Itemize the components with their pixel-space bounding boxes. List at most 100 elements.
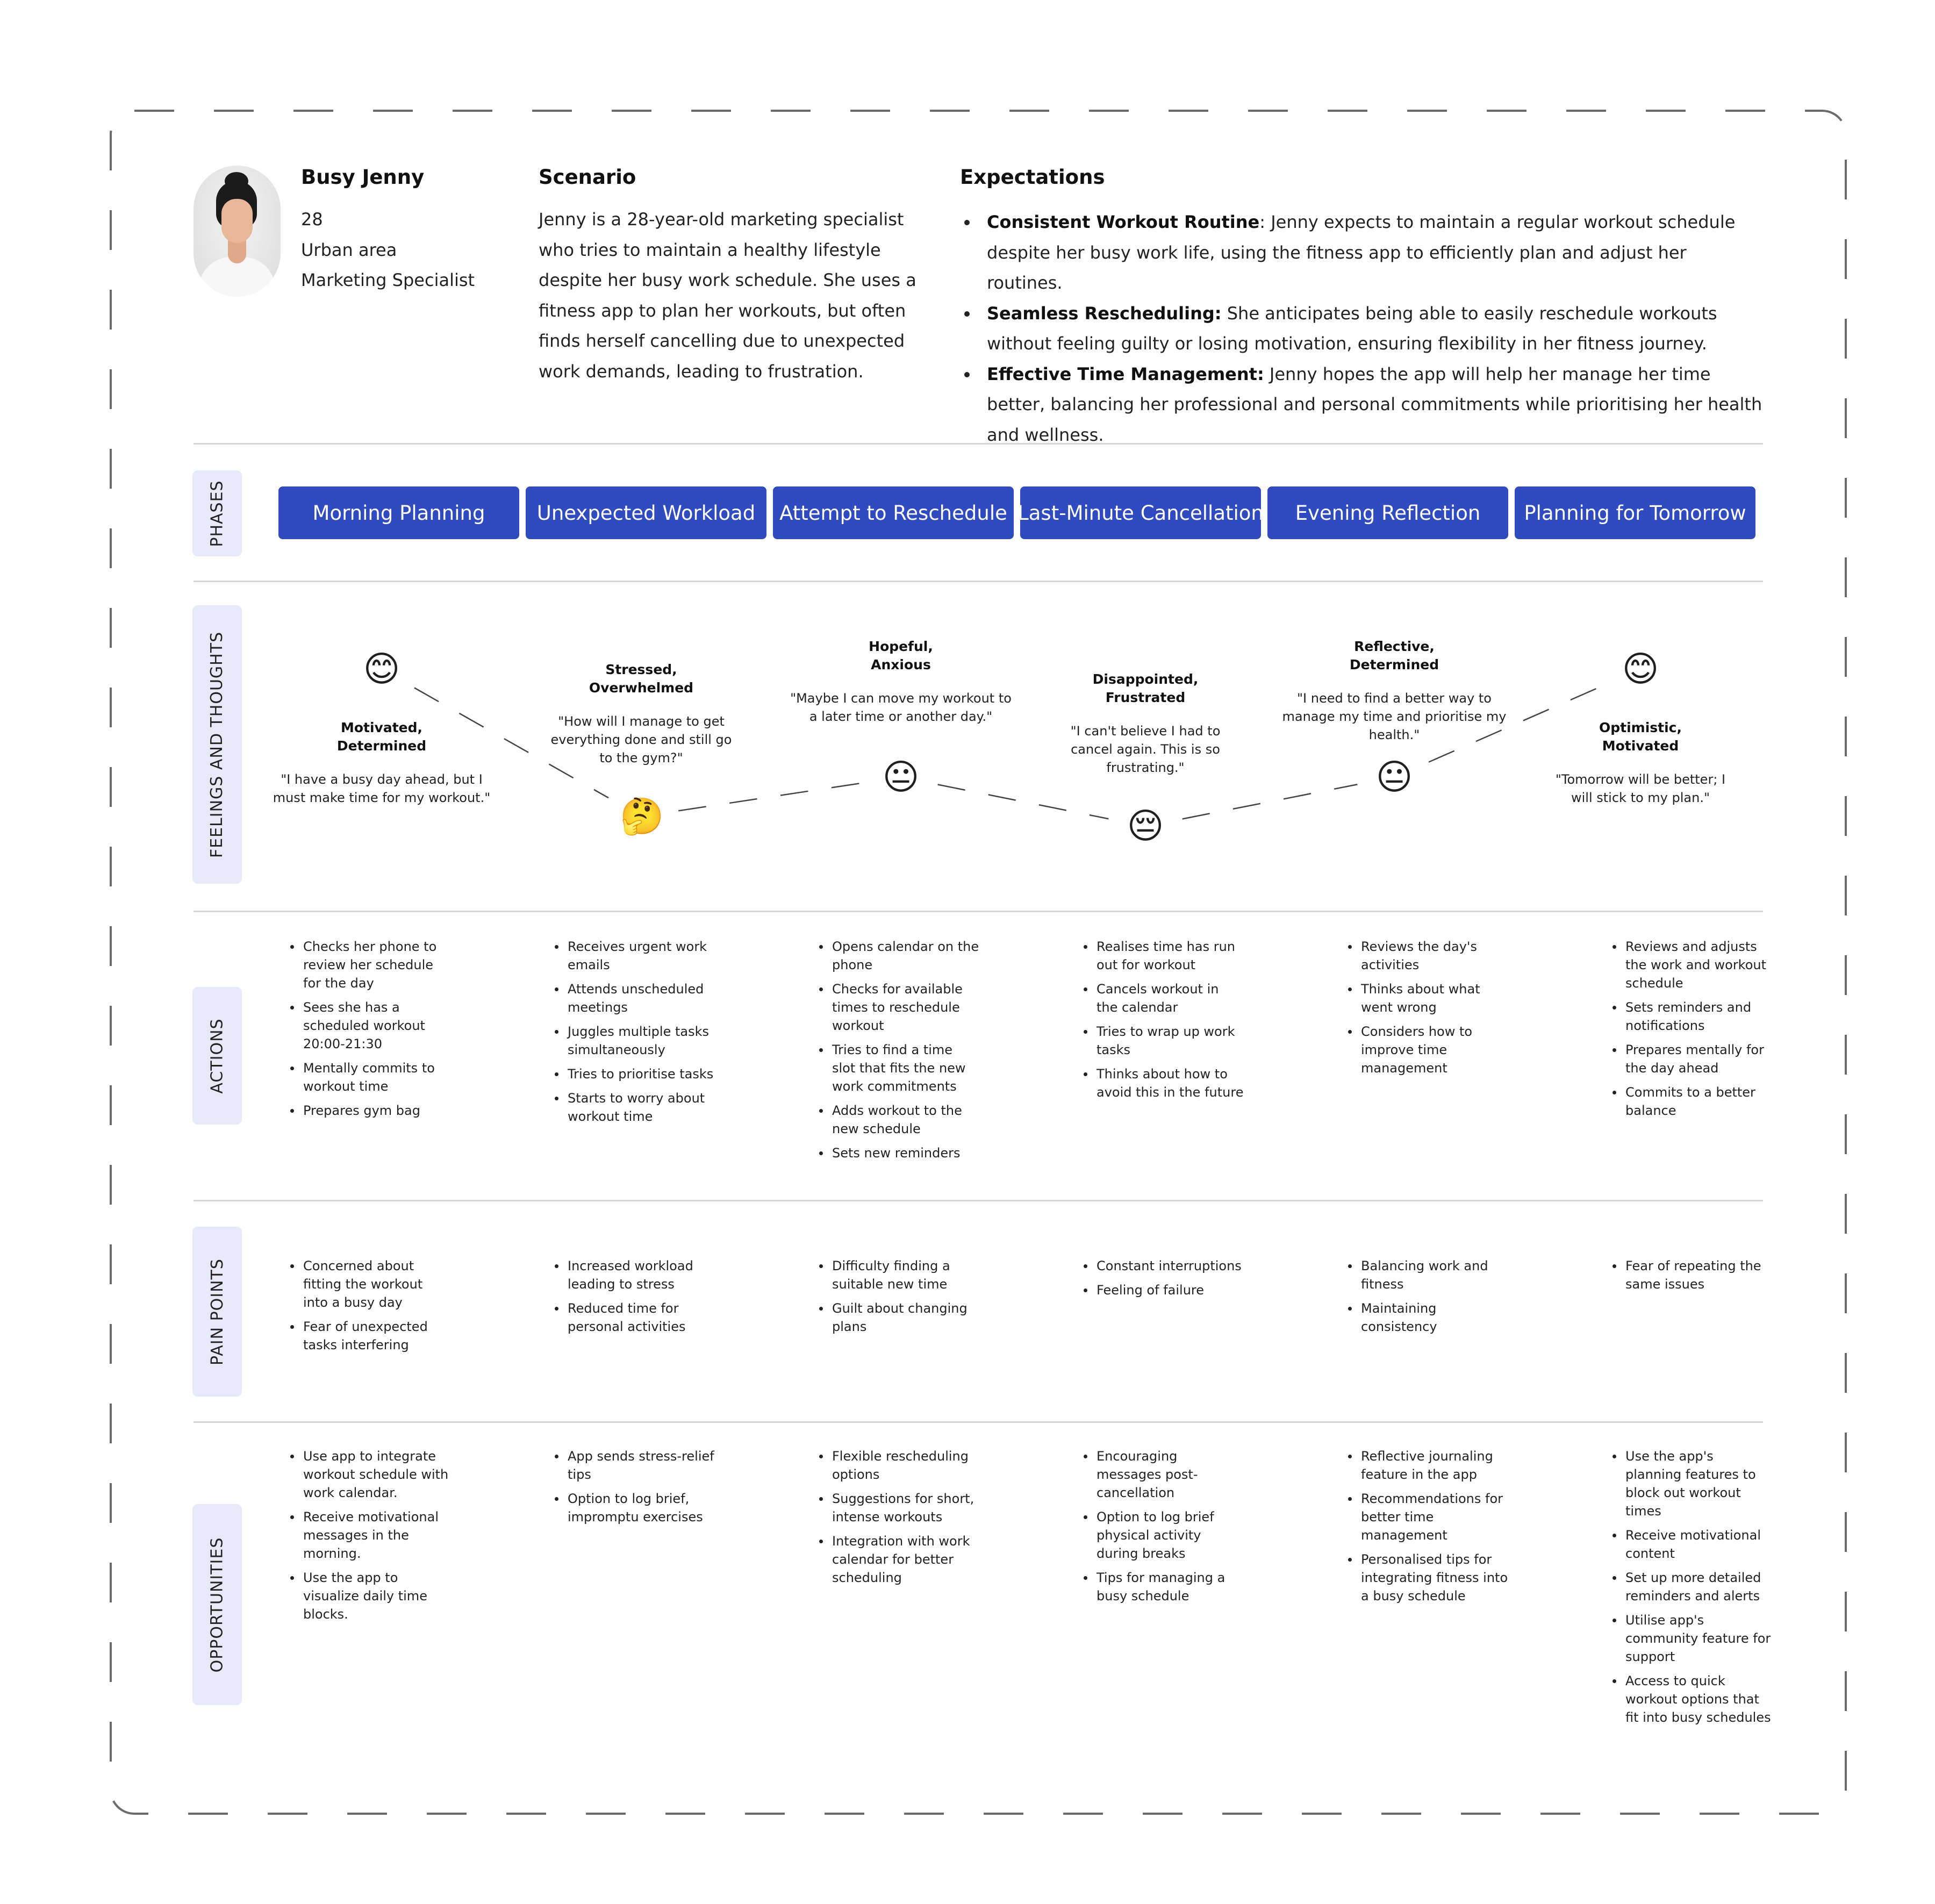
opportunity-item: Utilise app's community feature for supp… bbox=[1611, 1611, 1773, 1666]
pain-point-column: Fear of repeating the same issues bbox=[1611, 1257, 1773, 1299]
section-divider bbox=[194, 1421, 1763, 1423]
opportunity-item: Receive motivational content bbox=[1611, 1526, 1773, 1563]
action-column: Reviews and adjusts the work and workout… bbox=[1611, 937, 1773, 1126]
feeling-title: Disappointed, bbox=[1092, 671, 1199, 687]
neutral-face-icon: 😐 bbox=[1375, 756, 1413, 798]
action-item: Thinks about how to avoid this in the fu… bbox=[1083, 1065, 1244, 1101]
pain-point-column: Difficulty finding a suitable new time Gu… bbox=[818, 1257, 979, 1342]
action-item: Mentally commits to workout time bbox=[289, 1059, 450, 1096]
feeling-quote: "I have a busy day ahead, but I must mak… bbox=[273, 772, 491, 805]
opportunity-column: Use app to integrate workout schedule wi… bbox=[289, 1447, 450, 1629]
opportunity-item: Access to quick workout options that fit… bbox=[1611, 1672, 1773, 1727]
emotion-connector bbox=[937, 784, 1109, 820]
action-item: Attends unscheduled meetings bbox=[554, 980, 715, 1017]
opportunity-item: Integration with work calendar for bette… bbox=[818, 1532, 979, 1587]
action-item: Opens calendar on the phone bbox=[818, 937, 979, 974]
feeling-quote: "Maybe I can move my workout to a later … bbox=[790, 690, 1012, 724]
opportunity-column: Use the app's planning features to block… bbox=[1611, 1447, 1773, 1733]
thinking-face-icon: 🤔 bbox=[620, 795, 664, 837]
emotion-connector bbox=[1182, 784, 1358, 820]
opportunity-item: Use the app's planning features to block… bbox=[1611, 1447, 1773, 1520]
neutral-face-icon: 😐 bbox=[882, 756, 920, 798]
feeling-title: Frustrated bbox=[1105, 690, 1186, 705]
opportunity-item: Tips for managing a busy schedule bbox=[1083, 1569, 1244, 1605]
pain-point-column: Concerned about fitting the workout into… bbox=[289, 1257, 450, 1360]
feeling-quote: "How will I manage to get everything don… bbox=[550, 713, 732, 765]
opportunity-column: Encouraging messages post-cancellation Op… bbox=[1083, 1447, 1244, 1611]
action-item: Tries to prioritise tasks bbox=[554, 1065, 715, 1083]
action-item: Adds workout to the new schedule bbox=[818, 1101, 979, 1138]
section-divider bbox=[194, 1200, 1763, 1201]
feeling-title: Motivated bbox=[1602, 738, 1679, 754]
opportunity-column: App sends stress-relief tips Option to lo… bbox=[554, 1447, 715, 1532]
opportunity-item: Set up more detailed reminders and alert… bbox=[1611, 1569, 1773, 1605]
action-column: Receives urgent work emails Attends unsch… bbox=[554, 937, 715, 1132]
action-column: Reviews the day's activities Thinks about… bbox=[1347, 937, 1508, 1083]
opportunity-item: Reflective journaling feature in the app bbox=[1347, 1447, 1508, 1484]
feeling-note: Reflective, Determined "I need to find a b… bbox=[1281, 638, 1507, 744]
action-item: Cancels workout in the calendar bbox=[1083, 980, 1244, 1017]
action-column: Opens calendar on the phone Checks for av… bbox=[818, 937, 979, 1168]
feeling-title: Optimistic, bbox=[1599, 720, 1682, 735]
pain-point-item: Balancing work and fitness bbox=[1347, 1257, 1508, 1293]
feeling-note: Optimistic, Motivated "Tomorrow will be be… bbox=[1528, 719, 1753, 807]
opportunity-item: Flexible rescheduling options bbox=[818, 1447, 979, 1484]
opportunity-item: Use the app to visualize daily time bloc… bbox=[289, 1569, 450, 1623]
pensive-face-icon: 😔 bbox=[1127, 805, 1164, 847]
action-item: Prepares mentally for the day ahead bbox=[1611, 1041, 1773, 1077]
opportunity-item: Receive motivational messages in the mor… bbox=[289, 1508, 450, 1563]
feeling-title: Stressed, bbox=[605, 661, 677, 677]
action-item: Thinks about what went wrong bbox=[1347, 980, 1508, 1017]
pain-point-item: Reduced time for personal activities bbox=[554, 1299, 715, 1336]
row-label-opportunities: OPPORTUNITIES bbox=[192, 1504, 242, 1705]
action-item: Sets new reminders bbox=[818, 1144, 979, 1162]
pain-point-column: Increased workload leading to stress Redu… bbox=[554, 1257, 715, 1342]
feeling-note: Motivated, Determined "I have a busy day a… bbox=[269, 719, 494, 807]
action-item: Checks her phone to review her schedule … bbox=[289, 937, 450, 992]
opportunity-item: Option to log brief, impromptu exercises bbox=[554, 1490, 715, 1526]
feeling-title: Determined bbox=[1349, 656, 1439, 672]
opportunity-column: Reflective journaling feature in the app… bbox=[1347, 1447, 1508, 1611]
opportunity-item: Suggestions for short, intense workouts bbox=[818, 1490, 979, 1526]
opportunity-item: Recommendations for better time manageme… bbox=[1347, 1490, 1508, 1544]
pain-point-item: Difficulty finding a suitable new time bbox=[818, 1257, 979, 1293]
action-item: Sees she has a scheduled workout 20:00-2… bbox=[289, 998, 450, 1053]
emotion-connector bbox=[678, 782, 864, 812]
feeling-title: Determined bbox=[336, 738, 427, 754]
pain-point-item: Increased workload leading to stress bbox=[554, 1257, 715, 1293]
pain-point-item: Constant interruptions bbox=[1083, 1257, 1244, 1275]
feeling-quote: "I need to find a better way to manage m… bbox=[1282, 690, 1507, 742]
feeling-note: Disappointed, Frustrated "I can't believe … bbox=[1033, 670, 1258, 777]
opportunity-item: Encouraging messages post-cancellation bbox=[1083, 1447, 1244, 1502]
pain-point-column: Balancing work and fitness Maintaining co… bbox=[1347, 1257, 1508, 1342]
action-item: Tries to find a time slot that fits the … bbox=[818, 1041, 979, 1096]
pain-point-column: Constant interruptions Feeling of failure bbox=[1083, 1257, 1244, 1305]
action-item: Commits to a better balance bbox=[1611, 1083, 1773, 1120]
action-column: Realises time has run out for workout Can… bbox=[1083, 937, 1244, 1107]
opportunity-column: Flexible rescheduling options Suggestions… bbox=[818, 1447, 979, 1593]
action-item: Realises time has run out for workout bbox=[1083, 937, 1244, 974]
action-item: Reviews the day's activities bbox=[1347, 937, 1508, 974]
opportunity-item: Use app to integrate workout schedule wi… bbox=[289, 1447, 450, 1502]
smiling-face-icon: 😊 bbox=[363, 648, 400, 690]
action-item: Sets reminders and notifications bbox=[1611, 998, 1773, 1035]
smiling-face-icon: 😊 bbox=[1622, 648, 1659, 690]
action-item: Considers how to improve time management bbox=[1347, 1022, 1508, 1077]
feeling-title: Overwhelmed bbox=[589, 679, 694, 696]
opportunity-item: Option to log brief physical activity du… bbox=[1083, 1508, 1244, 1563]
pain-point-item: Concerned about fitting the workout into… bbox=[289, 1257, 450, 1312]
feeling-title: Anxious bbox=[871, 656, 931, 672]
action-item: Receives urgent work emails bbox=[554, 937, 715, 974]
feeling-quote: "I can't believe I had to cancel again. … bbox=[1070, 724, 1221, 775]
feeling-title: Hopeful, bbox=[869, 638, 933, 654]
action-item: Checks for available times to reschedule… bbox=[818, 980, 979, 1035]
pain-point-item: Feeling of failure bbox=[1083, 1281, 1244, 1299]
pain-point-item: Maintaining consistency bbox=[1347, 1299, 1508, 1336]
feeling-quote: "Tomorrow will be better; I will stick t… bbox=[1555, 772, 1726, 805]
action-item: Juggles multiple tasks simultaneously bbox=[554, 1022, 715, 1059]
pain-point-item: Guilt about changing plans bbox=[818, 1299, 979, 1336]
section-divider bbox=[194, 911, 1763, 912]
action-column: Checks her phone to review her schedule … bbox=[289, 937, 450, 1126]
feeling-title: Motivated, bbox=[340, 720, 423, 735]
feeling-note: Hopeful, Anxious "Maybe I can move my work… bbox=[788, 638, 1014, 726]
